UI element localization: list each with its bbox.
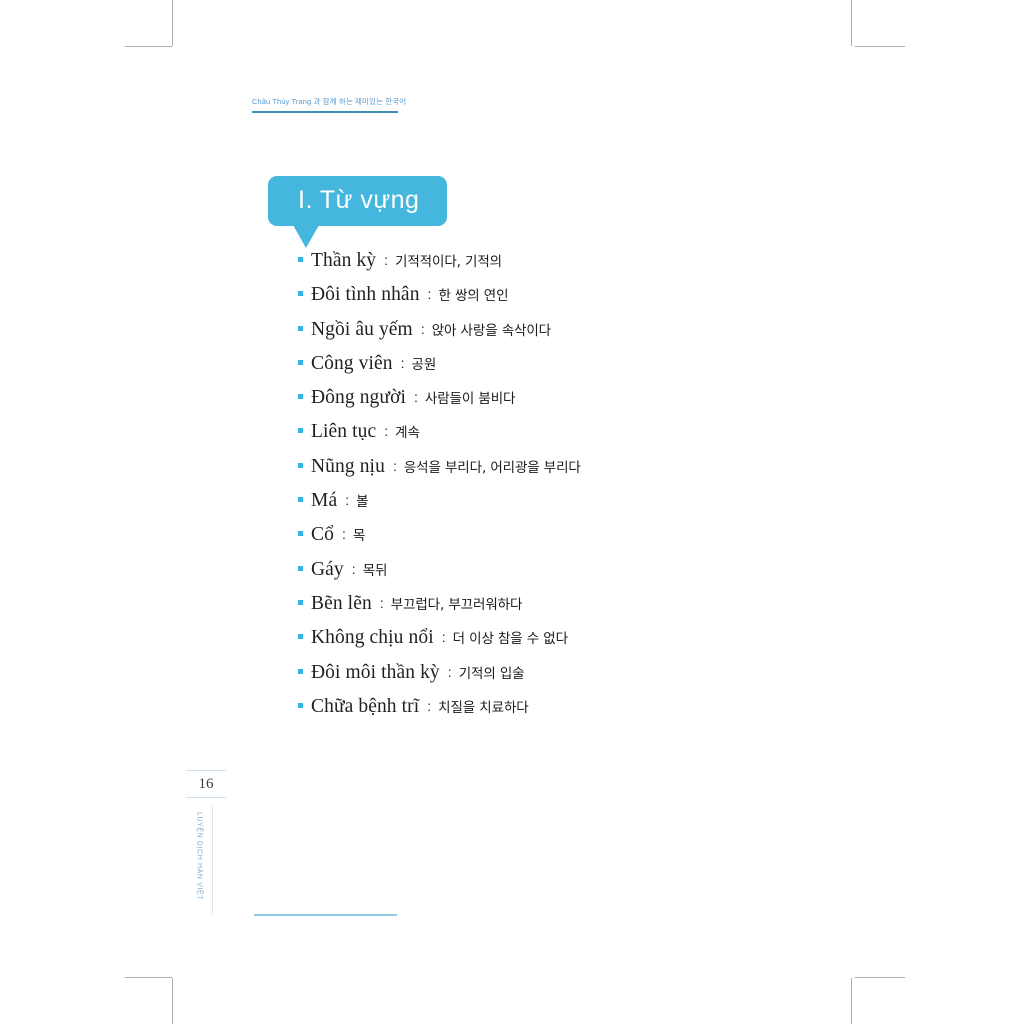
vocabulary-definition-korean: 기적의 입술 — [458, 665, 525, 682]
vocabulary-separator: : — [447, 663, 452, 680]
bullet-icon — [298, 359, 303, 365]
vocabulary-separator: : — [392, 457, 397, 474]
running-head: Châu Thùy Trang 과 함께 하는 재미있는 한국어 — [252, 96, 407, 113]
vocabulary-definition-korean: 공원 — [411, 356, 437, 373]
vocabulary-item: Không chịu nổi: 더 이상 참을 수 없다 — [298, 627, 918, 661]
vocabulary-term-vietnamese: Má — [311, 490, 338, 512]
vocabulary-term-vietnamese: Chữa bệnh trĩ — [311, 695, 420, 717]
vocabulary-item: Công viên: 공원 — [298, 353, 918, 387]
crop-mark-bottom-left-horizontal — [125, 977, 172, 978]
bullet-icon — [298, 668, 303, 674]
vocabulary-term-vietnamese: Đôi tình nhân — [311, 284, 420, 306]
vocabulary-separator: : — [384, 423, 389, 440]
vocabulary-definition-korean: 더 이상 참을 수 없다 — [452, 631, 568, 648]
side-title-rule — [212, 805, 213, 915]
vocabulary-item: Ngồi âu yếm: 앉아 사랑을 속삭이다 — [298, 319, 918, 353]
vocabulary-list: Thần kỳ: 기적적이다, 기적의 Đôi tình nhân: 한 쌍의 연인 N… — [298, 250, 918, 730]
bullet-icon — [298, 702, 303, 708]
vocabulary-separator: : — [427, 697, 432, 714]
vocabulary-term-vietnamese: Bẽn lẽn — [311, 592, 372, 614]
vocabulary-item: Bẽn lẽn: 부끄럽다, 부끄러워하다 — [298, 593, 918, 627]
vocabulary-separator: : — [414, 389, 418, 406]
folio-rule-bottom — [186, 797, 226, 798]
vocabulary-term-vietnamese: Đôi môi thần kỳ — [311, 661, 440, 683]
vocabulary-definition-korean: 앉아 사랑을 속삭이다 — [431, 322, 551, 339]
vocabulary-term-vietnamese: Liên tục — [311, 421, 377, 443]
bullet-icon — [298, 257, 303, 262]
vocabulary-separator: : — [379, 594, 384, 611]
vocabulary-term-vietnamese: Không chịu nổi — [311, 627, 434, 649]
vocabulary-definition-korean: 응석을 부리다, 어리광을 부리다 — [403, 459, 581, 476]
vocabulary-separator: : — [427, 286, 432, 303]
vocabulary-separator: : — [384, 252, 389, 268]
crop-mark-top-left-horizontal — [125, 46, 172, 47]
vocabulary-term-vietnamese: Thần kỳ — [311, 250, 377, 271]
page-number: 16 — [198, 776, 214, 792]
vocabulary-item: Đôi tình nhân: 한 쌍의 연인 — [298, 284, 918, 318]
vocabulary-definition-korean: 볼 — [356, 494, 369, 511]
vocabulary-term-vietnamese: Công viên — [311, 352, 393, 374]
vocabulary-term-vietnamese: Gáy — [311, 558, 344, 580]
bullet-icon — [298, 325, 303, 331]
vocabulary-term-vietnamese: Nũng nịu — [311, 455, 385, 477]
bullet-icon — [298, 394, 303, 400]
vocabulary-term-vietnamese: Ngồi âu yếm — [311, 318, 413, 340]
vocabulary-term-vietnamese: Đông người — [311, 387, 407, 409]
crop-mark-top-right-vertical — [851, 0, 852, 46]
section-banner-label: I. Từ vựng — [298, 186, 420, 214]
vocabulary-definition-korean: 사람들이 붐비다 — [424, 391, 516, 408]
vocabulary-definition-korean: 부끄럽다, 부끄러워하다 — [390, 596, 523, 613]
vocabulary-item: Má: 볼 — [298, 490, 918, 524]
vocabulary-separator: : — [400, 354, 405, 371]
section-banner-body: I. Từ vựng — [268, 176, 448, 248]
running-head-rule — [252, 111, 398, 113]
vocabulary-item: Liên tục: 계속 — [298, 421, 918, 455]
vocabulary-definition-korean: 계속 — [395, 425, 420, 442]
crop-mark-bottom-right-horizontal — [855, 977, 905, 978]
vocabulary-separator: : — [351, 560, 356, 577]
vocabulary-definition-korean: 목 — [352, 528, 366, 545]
crop-mark-bottom-right-vertical — [851, 978, 852, 1024]
bullet-icon — [298, 531, 303, 537]
vocabulary-item: Chữa bệnh trĩ: 치질을 치료하다 — [298, 696, 918, 730]
vocabulary-item: Đôi môi thần kỳ: 기적의 입술 — [298, 662, 918, 696]
speech-bubble-tail-icon — [293, 225, 319, 248]
page-folio: 16 — [186, 770, 226, 798]
side-running-title: LUYỆN DỊCH HÀN VIỆT — [186, 812, 212, 922]
bullet-icon — [298, 497, 303, 503]
bullet-icon — [298, 291, 303, 297]
vocabulary-item: Đông người: 사람들이 붐비다 — [298, 387, 918, 421]
vocabulary-definition-korean: 목뒤 — [362, 562, 388, 579]
bullet-icon — [298, 428, 303, 434]
vocabulary-separator: : — [441, 629, 446, 646]
side-running-title-text: LUYỆN DỊCH HÀN VIỆT — [195, 812, 203, 901]
section-banner: I. Từ vựng — [268, 176, 448, 248]
crop-mark-bottom-left-vertical — [172, 978, 173, 1024]
bullet-icon — [298, 462, 303, 468]
vocabulary-term-vietnamese: Cổ — [311, 524, 334, 546]
bullet-icon — [298, 565, 303, 571]
bullet-icon — [298, 634, 303, 640]
vocabulary-separator: : — [420, 320, 425, 337]
vocabulary-item: Nũng nịu: 응석을 부리다, 어리광을 부리다 — [298, 456, 918, 490]
vocabulary-separator: : — [341, 526, 346, 543]
vocabulary-definition-korean: 치질을 치료하다 — [438, 699, 529, 716]
vocabulary-item: Gáy: 목뒤 — [298, 559, 918, 593]
crop-mark-top-right-horizontal — [855, 46, 905, 47]
vocabulary-item: Thần kỳ: 기적적이다, 기적의 — [298, 250, 918, 284]
vocabulary-separator: : — [345, 492, 350, 509]
running-head-text: Châu Thùy Trang 과 함께 하는 재미있는 한국어 — [252, 97, 407, 106]
bottom-rule — [254, 914, 397, 916]
vocabulary-definition-korean: 기적적이다, 기적의 — [395, 254, 502, 270]
crop-mark-top-left-vertical — [172, 0, 173, 46]
vocabulary-item: Cổ: 목 — [298, 524, 918, 558]
bullet-icon — [298, 599, 303, 605]
vocabulary-definition-korean: 한 쌍의 연인 — [438, 288, 509, 305]
